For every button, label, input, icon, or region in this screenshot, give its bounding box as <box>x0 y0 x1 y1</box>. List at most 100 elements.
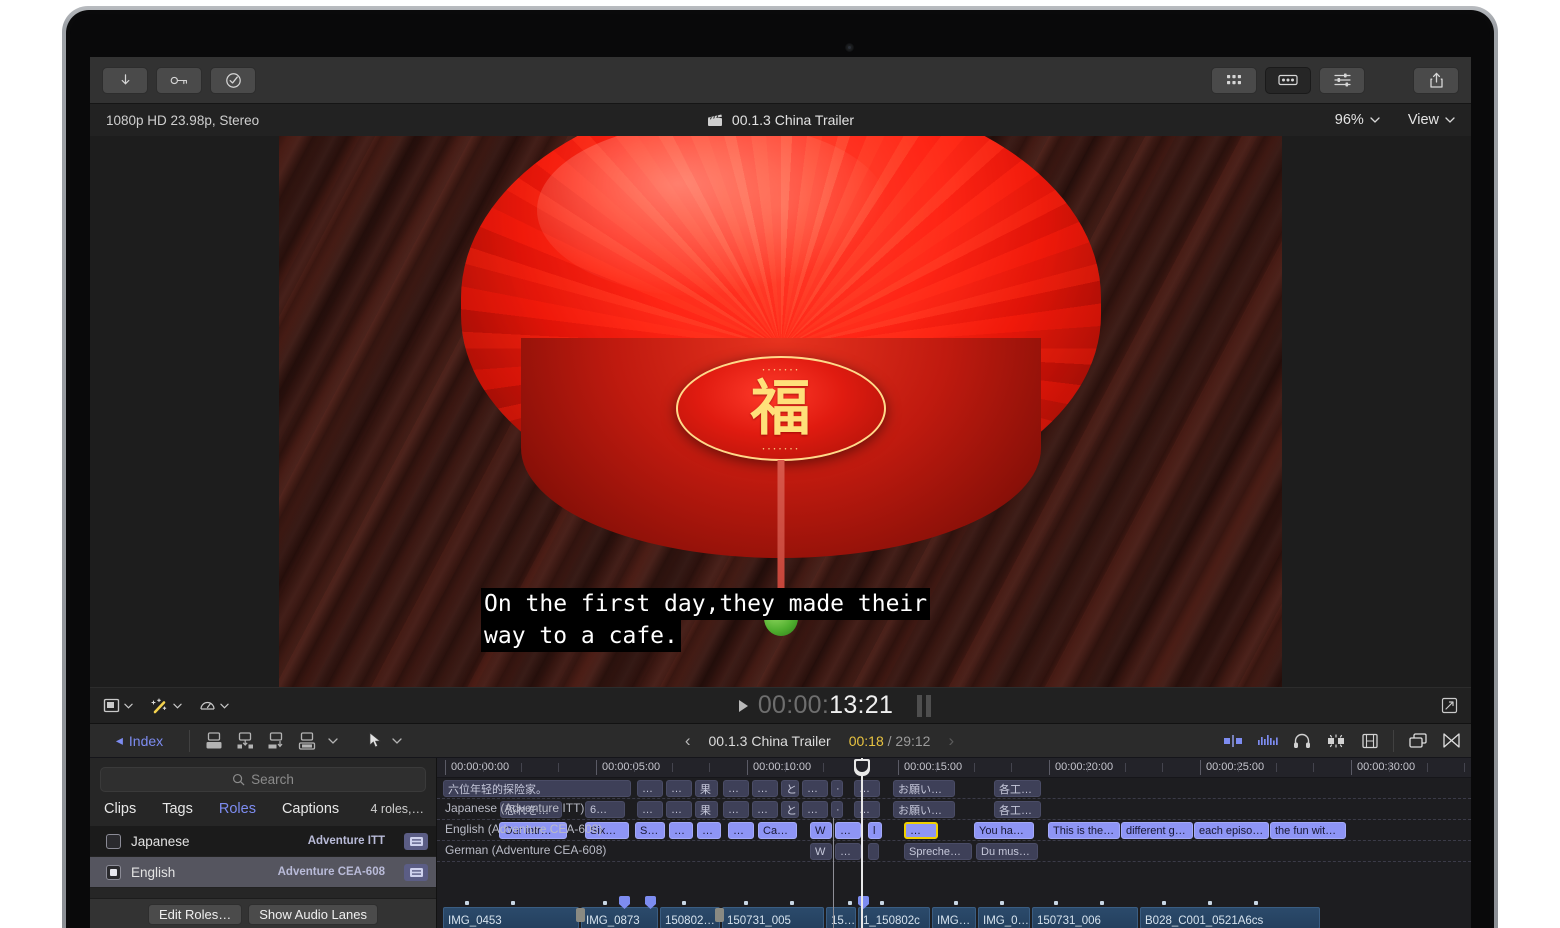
caption-clip[interactable]: … <box>802 780 828 797</box>
playhead-line[interactable] <box>861 758 863 928</box>
caption-clip[interactable]: お願い… <box>893 801 955 818</box>
playhead-timecode[interactable]: 00:00:13:21 <box>758 691 893 720</box>
search-input[interactable]: Search <box>100 767 426 792</box>
caption-clip[interactable]: different g… <box>1121 822 1193 839</box>
tab-clips[interactable]: Clips <box>104 801 136 817</box>
video-frame[interactable]: ･･･････ 福 ･･･････ On the first day,they … <box>279 136 1282 687</box>
append-clip-button[interactable] <box>266 731 287 751</box>
storyline-clip[interactable]: 150731_006 <box>1032 907 1138 928</box>
caption-clip[interactable]: 6… <box>585 801 625 818</box>
storyline-clip[interactable]: 15… <box>826 907 856 928</box>
show-audio-lanes-button[interactable]: Show Audio Lanes <box>248 903 378 925</box>
expand-arrows-icon[interactable] <box>1441 697 1458 714</box>
timeline-index-button[interactable] <box>1265 66 1311 94</box>
storyline-clip[interactable]: B028_C001_0521A6cs <box>1140 907 1320 928</box>
storyline-clip[interactable]: IMG… <box>932 907 976 928</box>
timeline-history-button[interactable] <box>1442 732 1461 749</box>
caption-clip[interactable] <box>868 843 879 860</box>
inspector-button[interactable] <box>1319 66 1365 94</box>
caption-clip[interactable]: … <box>723 780 749 797</box>
caption-clip[interactable]: … <box>854 780 880 797</box>
caption-clip[interactable]: 各工… <box>994 780 1041 797</box>
caption-clip[interactable]: … <box>666 780 692 797</box>
role-row-english[interactable]: English Adventure CEA-608 <box>90 857 436 888</box>
storyline-clip[interactable]: 150802… <box>660 907 720 928</box>
caption-clip[interactable]: · <box>831 780 843 797</box>
select-tool[interactable] <box>368 732 382 749</box>
caption-clip[interactable]: 果 <box>695 780 718 797</box>
audio-meters[interactable] <box>917 694 932 717</box>
caption-clip[interactable]: 果 <box>695 801 718 818</box>
caption-lane-icon[interactable] <box>404 863 428 881</box>
caption-clip[interactable]: Du mus… <box>976 843 1038 860</box>
audio-skimming-toggle[interactable] <box>1257 734 1279 748</box>
caption-clip[interactable]: 各工… <box>994 801 1041 818</box>
caption-lane-icon[interactable] <box>404 832 428 850</box>
caption-clip[interactable]: Ca… <box>758 822 797 839</box>
caption-clip[interactable]: Spreche… <box>904 843 972 860</box>
snapping-toggle[interactable] <box>1223 734 1243 748</box>
caption-clip[interactable]: … <box>752 801 778 818</box>
caption-clip[interactable]: … <box>904 822 938 839</box>
caption-clip[interactable]: … <box>666 801 692 818</box>
caption-clip[interactable]: … <box>637 801 663 818</box>
caption-clip[interactable]: l <box>868 822 882 839</box>
caption-clip[interactable]: 六位年轻的探险家。 <box>443 780 631 797</box>
play-triangle-icon[interactable] <box>738 699 748 712</box>
tab-captions[interactable]: Captions <box>282 801 339 817</box>
previous-project-button[interactable]: ‹ <box>685 731 691 751</box>
caption-clip[interactable]: S… <box>635 822 665 839</box>
storyline-clip[interactable]: 1_150802c <box>858 907 930 928</box>
share-button[interactable] <box>1413 66 1459 94</box>
role-checkbox-japanese[interactable] <box>106 833 121 849</box>
edit-roles-button[interactable]: Edit Roles… <box>148 903 243 925</box>
caption-clip[interactable]: each episo… <box>1194 822 1269 839</box>
audio-component-tab[interactable] <box>715 908 724 922</box>
overwrite-clip-button[interactable] <box>297 731 318 751</box>
caption-clip[interactable]: … <box>697 822 721 839</box>
playhead-handle[interactable] <box>854 759 870 776</box>
browser-grid-button[interactable] <box>1211 66 1257 94</box>
solo-monitor-button[interactable] <box>1293 733 1311 749</box>
storyline-clip[interactable]: 150731_005 <box>722 907 824 928</box>
storyline-clip[interactable]: IMG_0… <box>978 907 1030 928</box>
caption-clip[interactable]: the fun wit… <box>1270 822 1346 839</box>
caption-clip[interactable]: W <box>810 822 832 839</box>
role-row-japanese[interactable]: Japanese Adventure ITT <box>90 826 436 857</box>
caption-clip[interactable]: W <box>810 843 832 860</box>
caption-clip[interactable]: と <box>781 780 799 797</box>
caption-clip[interactable]: … <box>723 801 749 818</box>
chevron-down-icon[interactable] <box>328 737 338 744</box>
caption-clip[interactable]: · <box>831 801 843 818</box>
keyframe-key-button[interactable] <box>156 66 202 94</box>
audio-component-tab[interactable] <box>576 908 585 922</box>
solo-button[interactable] <box>1325 733 1347 749</box>
skimming-toggle[interactable] <box>1361 733 1379 749</box>
caption-clip[interactable]: … <box>752 780 778 797</box>
retime-button[interactable] <box>199 698 229 713</box>
import-media-button[interactable] <box>102 66 148 94</box>
effects-enhance-button[interactable] <box>150 697 182 714</box>
caption-clip[interactable]: お願い… <box>893 780 955 797</box>
clip-appearance-button[interactable] <box>1408 732 1428 749</box>
tab-tags[interactable]: Tags <box>162 801 193 817</box>
tab-roles[interactable]: Roles <box>219 801 256 817</box>
zoom-level-menu[interactable]: 96% <box>1335 112 1380 128</box>
timeline-area[interactable]: 00:00:00:00 00:00:05:00 00:00:10:00 00:00:1… <box>437 758 1471 928</box>
checkmark-button[interactable] <box>210 66 256 94</box>
connect-clip-button[interactable] <box>204 731 225 751</box>
caption-clip[interactable]: … <box>835 843 861 860</box>
caption-clip[interactable]: … <box>728 822 754 839</box>
caption-clip[interactable]: You ha… <box>974 822 1034 839</box>
chevron-down-icon[interactable] <box>392 737 402 744</box>
caption-clip[interactable]: This is the… <box>1048 822 1120 839</box>
timeline-index-toggle[interactable]: ◂ Index <box>90 732 189 749</box>
storyline-clip[interactable]: IMG_0453 <box>443 907 579 928</box>
viewer-display-options-button[interactable] <box>103 698 133 713</box>
caption-clip[interactable]: … <box>669 822 693 839</box>
view-menu[interactable]: View <box>1408 112 1455 128</box>
role-checkbox-english[interactable] <box>106 864 121 880</box>
caption-clip[interactable]: と <box>781 801 799 818</box>
timeline-ruler[interactable]: 00:00:00:00 00:00:05:00 00:00:10:00 00:00:1… <box>437 758 1471 778</box>
caption-clip[interactable]: … <box>835 822 861 839</box>
